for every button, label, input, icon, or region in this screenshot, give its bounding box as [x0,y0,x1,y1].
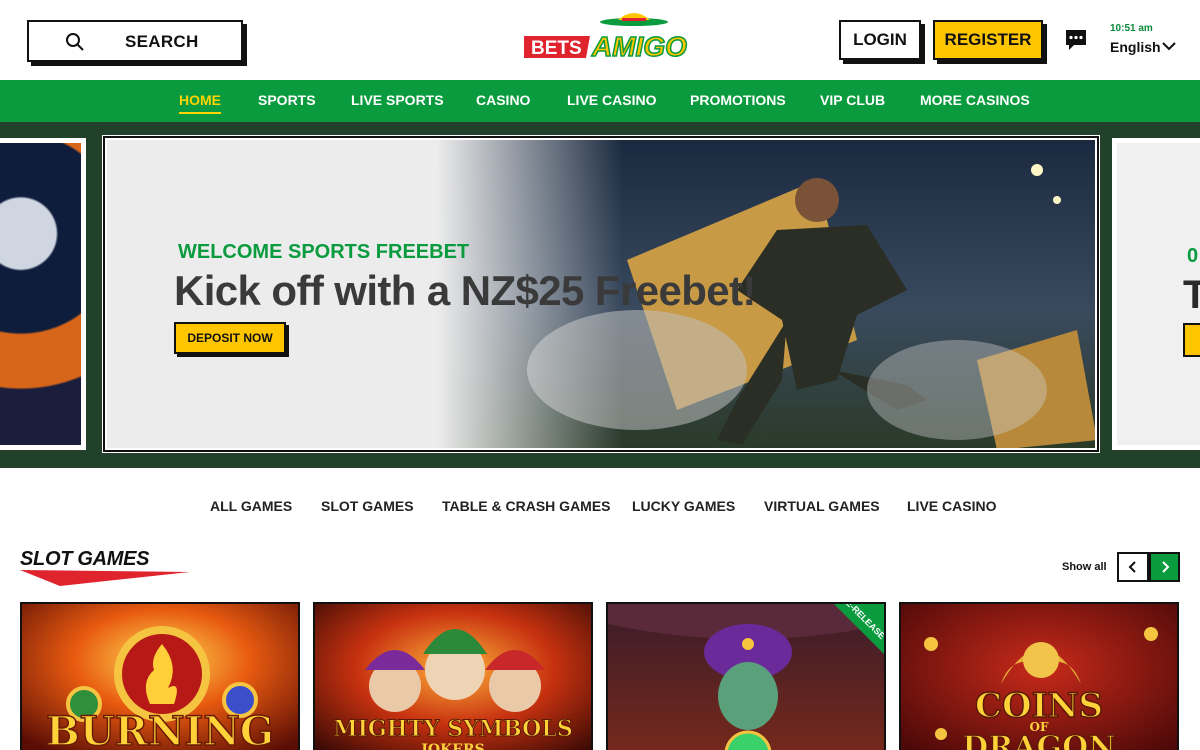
game-tile-coins-of-dragon[interactable]: COINS OF DRAGON [899,602,1179,750]
chevron-down-icon[interactable] [1162,40,1176,52]
login-button[interactable]: LOGIN [839,20,921,60]
show-all-link[interactable]: Show all [1062,561,1107,573]
tab-all-games[interactable]: ALL GAMES [210,498,292,514]
game-tile-burning[interactable]: BURNING [20,602,300,750]
register-button[interactable]: REGISTER [933,20,1043,60]
nav-home[interactable]: HOME [179,92,221,114]
tab-virtual-games[interactable]: VIRTUAL GAMES [764,498,880,514]
nav-live-casino[interactable]: LIVE CASINO [567,92,656,108]
tab-live-casino[interactable]: LIVE CASINO [907,498,996,514]
promo-kicker: WELCOME SPORTS FREEBET [178,241,470,263]
hero-carousel: WELCOME SPORTS FREEBET Kick off with a N… [0,122,1200,468]
nav-sports[interactable]: SPORTS [258,92,316,108]
svg-text:AMIGO: AMIGO [591,31,687,62]
search-label: SEARCH [125,32,199,51]
game-title: BURNING [45,707,274,750]
search-icon [66,33,84,51]
next-slide-partial-title: T [1183,273,1200,317]
game-category-tabs: ALL GAMES SLOT GAMES TABLE & CRASH GAMES… [0,468,1200,544]
next-slide-partial-button[interactable] [1183,323,1200,357]
game-title: MIGHTY SYMBOLS [333,716,573,743]
promo-title: Kick off with a NZ$25 Freebet! [174,267,756,314]
title-underline-swoosh [20,570,190,586]
nav-vip-club[interactable]: VIP CLUB [820,92,885,108]
tab-table-crash-games[interactable]: TABLE & CRASH GAMES [442,498,611,514]
nav-more-casinos[interactable]: MORE CASINOS [920,92,1030,108]
clock-time: 10:51 am [1110,23,1153,34]
carousel-slide-next[interactable]: 0 T [1112,138,1200,450]
chat-icon[interactable] [1064,28,1088,52]
carousel-slide-previous[interactable] [0,138,86,450]
chevron-left-icon [1128,561,1136,573]
zaltar-game-art [608,604,884,750]
next-slide-partial-text: 0 [1187,245,1199,267]
carousel-prev-button[interactable] [1117,552,1149,582]
language-selector[interactable]: English [1110,39,1161,55]
site-header: SEARCH BETS AMIGO LOGIN REGISTER 10:51 a… [0,0,1200,80]
carousel-slide-current[interactable]: WELCOME SPORTS FREEBET Kick off with a N… [102,135,1100,453]
nav-live-sports[interactable]: LIVE SPORTS [351,92,444,108]
tab-lucky-games[interactable]: LUCKY GAMES [632,498,735,514]
main-nav: HOME SPORTS LIVE SPORTS CASINO LIVE CASI… [0,80,1200,122]
game-subtitle: JOKERS [421,742,485,750]
chevron-right-icon [1161,561,1169,573]
carousel-next-button[interactable] [1149,552,1180,582]
deposit-now-button[interactable]: DEPOSIT NOW [174,322,286,354]
svg-text:BETS: BETS [531,38,582,59]
nav-casino[interactable]: CASINO [476,92,530,108]
search-button[interactable]: SEARCH [27,20,243,62]
game-tile-zaltar[interactable]: PRE-RELEASE [606,602,886,750]
tab-slot-games[interactable]: SLOT GAMES [321,498,414,514]
game-tile-mighty-symbols[interactable]: MIGHTY SYMBOLS JOKERS [313,602,593,750]
nav-promotions[interactable]: PROMOTIONS [690,92,786,108]
betsamigo-logo[interactable]: BETS AMIGO [522,8,692,64]
game-subtitle: DRAGON [962,729,1117,750]
